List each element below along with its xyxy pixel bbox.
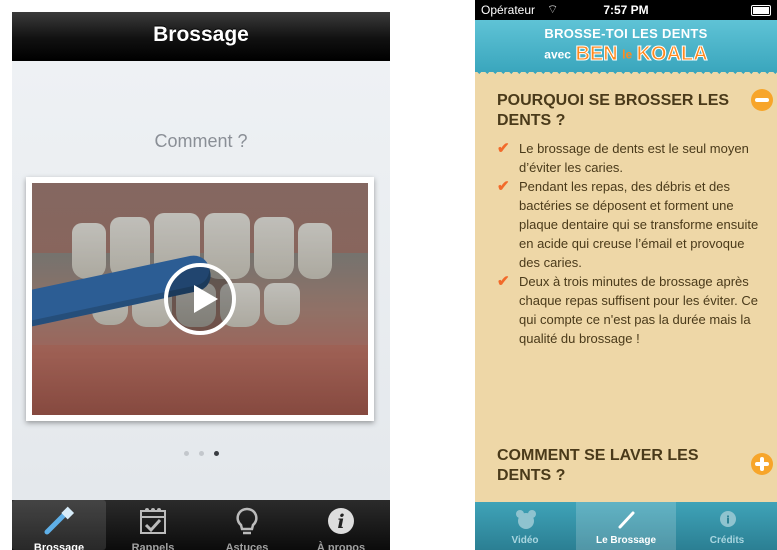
info-icon: i	[328, 508, 354, 534]
tab-astuces[interactable]: Astuces	[200, 500, 294, 550]
checkmark-icon: ✔	[497, 140, 510, 157]
app-banner: BROSSE-TOI LES DENTS avec BEN le KOALA	[475, 20, 777, 78]
list-item-text: Le brossage de dents est le seul moyen d…	[519, 141, 749, 175]
tab-label: À propos	[316, 542, 366, 550]
tab-label: Brossage	[33, 542, 85, 550]
tab-label: Astuces	[225, 542, 269, 550]
tab-label: Vidéo	[511, 535, 539, 546]
tab-rappels[interactable]: Rappels	[106, 500, 200, 550]
toothbrush-icon	[44, 506, 75, 535]
section-heading: Comment ?	[154, 131, 248, 151]
list-item-text: Pendant les repas, des débris et des bac…	[519, 179, 759, 270]
tab-le-brossage[interactable]: Le Brossage	[576, 502, 676, 550]
tab-credits[interactable]: i Crédits	[677, 502, 777, 550]
page-dot	[183, 451, 189, 456]
video-thumbnail[interactable]	[26, 177, 374, 421]
section-title-pourquoi[interactable]: POURQUOI SE BROSSER LES DENTS ?	[497, 91, 737, 131]
banner-logo: avec BEN le KOALA	[475, 43, 777, 66]
ben-le-koala-screen: Opérateur ⌔ 7:57 PM BROSSE-TOI LES DENTS…	[475, 0, 777, 550]
play-icon	[194, 285, 218, 313]
play-button[interactable]	[164, 263, 236, 335]
brossage-screen: Brossage Comment ? Brossage Rappels Astu…	[12, 12, 390, 550]
tab-label: Le Brossage	[595, 535, 657, 546]
lightbulb-icon	[236, 507, 258, 535]
tab-bar: Vidéo Le Brossage i Crédits	[475, 502, 777, 550]
page-dot	[198, 451, 204, 456]
checkmark-icon: ✔	[497, 178, 510, 195]
tab-video[interactable]: Vidéo	[475, 502, 575, 550]
info-icon: i	[720, 511, 736, 527]
calendar-check-icon	[140, 508, 166, 534]
toothbrush-icon	[618, 511, 635, 529]
page-title: Brossage	[153, 23, 249, 46]
banner-ben: BEN	[575, 43, 618, 66]
banner-le: le	[622, 47, 633, 62]
navigation-bar: Brossage	[12, 12, 390, 61]
checkmark-icon: ✔	[497, 273, 510, 290]
list-item-text: Deux à trois minutes de brossage après c…	[519, 274, 758, 346]
expand-icon[interactable]	[751, 453, 773, 475]
section-title-comment[interactable]: COMMENT SE LAVER LES DENTS ?	[497, 446, 737, 486]
list-item: ✔ Pendant les repas, des débris et des b…	[497, 177, 767, 272]
content-area: Comment ?	[12, 61, 390, 500]
list-item: ✔ Deux à trois minutes de brossage après…	[497, 272, 767, 348]
list-item: ✔ Le brossage de dents est le seul moyen…	[497, 139, 767, 177]
status-time: 7:57 PM	[603, 3, 649, 17]
koala-icon	[516, 510, 536, 529]
tab-brossage[interactable]: Brossage	[12, 500, 106, 550]
tab-label: Rappels	[131, 542, 175, 550]
banner-avec: avec	[544, 47, 571, 62]
banner-koala: KOALA	[636, 43, 708, 66]
collapse-icon[interactable]	[751, 89, 773, 111]
banner-title: BROSSE-TOI LES DENTS	[544, 26, 708, 41]
tab-a-propos[interactable]: i À propos	[294, 500, 388, 550]
tab-label: Crédits	[709, 535, 745, 546]
status-bar: Opérateur ⌔ 7:57 PM	[475, 0, 777, 20]
page-control[interactable]	[12, 443, 390, 461]
svg-text:i: i	[726, 514, 730, 527]
page-dot-active	[213, 451, 219, 456]
tab-bar: Brossage Rappels Astuces i À propos	[12, 500, 390, 550]
reasons-list: ✔ Le brossage de dents est le seul moyen…	[497, 139, 767, 348]
battery-icon	[751, 5, 771, 16]
svg-text:i: i	[337, 511, 344, 533]
video-frame	[32, 183, 368, 415]
